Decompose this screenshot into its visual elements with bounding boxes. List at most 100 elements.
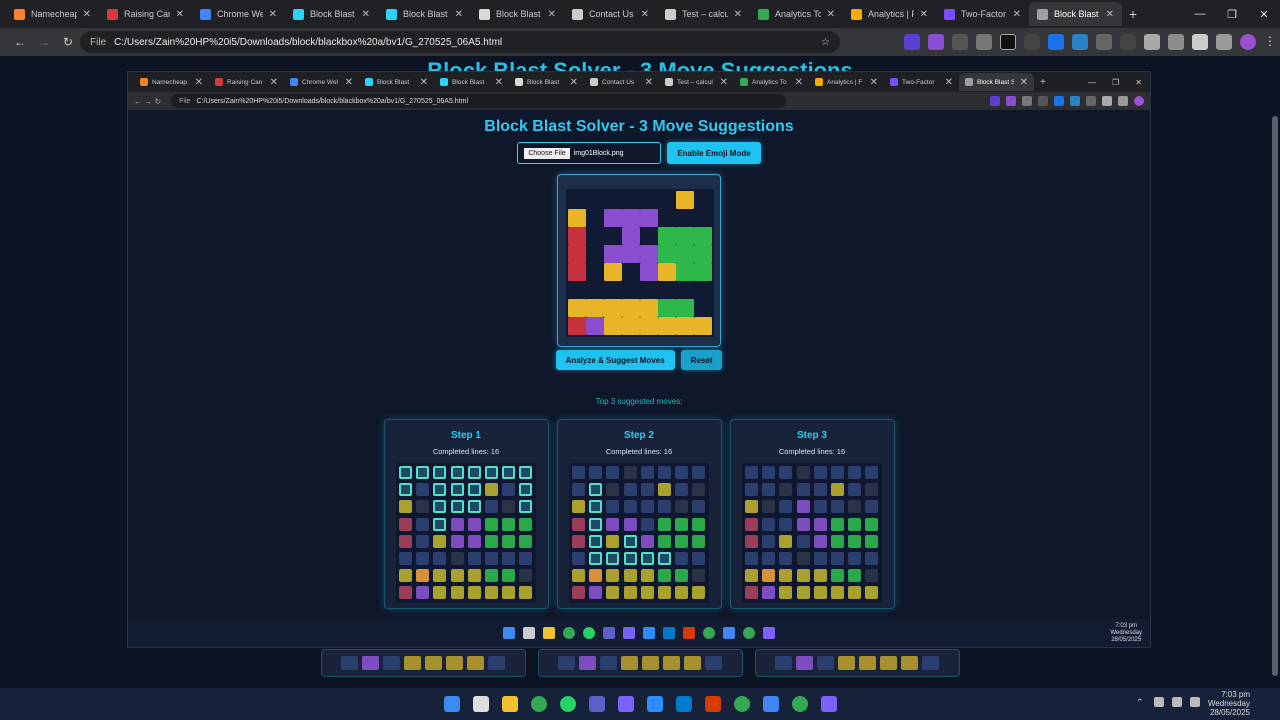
reload-icon[interactable]: ↻ [56, 35, 80, 49]
grid-cell [658, 534, 671, 548]
highlighted-cell [623, 534, 637, 548]
extension-icon[interactable] [976, 34, 992, 50]
inner-tab-title: Block Blast [377, 78, 410, 86]
volume-icon[interactable] [1172, 697, 1182, 707]
board-block [604, 263, 622, 281]
chrome-icon[interactable] [791, 696, 808, 712]
chrome-icon[interactable] [733, 696, 750, 712]
close-button[interactable]: ✕ [1248, 8, 1280, 21]
tab[interactable]: Raising Cane ✕ [99, 2, 192, 26]
tab[interactable]: Block Blast S ✕ [285, 2, 378, 26]
inner-url-text: C:/Users/Zain%20HP%20i5/Downloads/block/… [196, 97, 469, 105]
grid-cell [745, 586, 758, 600]
tab[interactable]: Analytics To ✕ [750, 2, 843, 26]
tab-close-icon[interactable]: ✕ [548, 9, 556, 20]
grid-cell [813, 586, 827, 600]
extension-icon[interactable] [904, 34, 920, 50]
vscode-icon[interactable] [675, 696, 692, 712]
inner-tab-close-icon: ✕ [794, 76, 803, 88]
tab-close-icon[interactable]: ✕ [269, 9, 277, 20]
extension-icon[interactable] [1096, 34, 1112, 50]
extension-icon[interactable] [1192, 34, 1208, 50]
windows-icon[interactable] [443, 696, 460, 712]
tab[interactable]: Block Blast S ✕ [1029, 2, 1122, 26]
url-text: C:/Users/Zain%20HP%20i5/Downloads/block/… [114, 36, 503, 48]
star-icon[interactable]: ☆ [821, 37, 830, 48]
extension-icon[interactable] [1048, 34, 1064, 50]
new-tab-button[interactable]: + [1122, 2, 1144, 26]
notes-icon[interactable] [762, 696, 779, 712]
tab-close-icon[interactable]: ✕ [83, 9, 91, 20]
choose-file-button[interactable]: Choose File [524, 147, 570, 159]
chevron-up-icon[interactable]: ⌃ [1136, 697, 1146, 707]
tab[interactable]: Block Blast S ✕ [378, 2, 471, 26]
zoom-icon[interactable] [646, 696, 663, 712]
tab[interactable]: Contact Us ✕ [564, 2, 657, 26]
puzzle-icon[interactable] [1216, 34, 1232, 50]
tab[interactable]: Analytics | F ✕ [843, 2, 936, 26]
tab[interactable]: Namecheap ✕ [6, 2, 99, 26]
tab-close-icon[interactable]: ✕ [1106, 9, 1114, 20]
tab[interactable]: Two-Factor ✕ [936, 2, 1029, 26]
grid-cell [675, 534, 689, 548]
board-block [586, 317, 604, 335]
tab-close-icon[interactable]: ✕ [734, 9, 742, 20]
tab-close-icon[interactable]: ✕ [641, 9, 649, 20]
extension-icon[interactable] [1024, 34, 1040, 50]
camera-icon[interactable] [820, 696, 837, 712]
forward-icon[interactable]: → [32, 35, 56, 49]
extension-icon[interactable] [1120, 34, 1136, 50]
grid-cell [433, 552, 447, 565]
avatar[interactable] [1240, 34, 1256, 50]
board-block [622, 209, 640, 227]
search-icon[interactable] [472, 696, 489, 712]
maximize-button[interactable]: ❐ [1216, 8, 1248, 21]
analyze-button[interactable]: Analyze & Suggest Moves [555, 350, 675, 370]
back-icon[interactable]: ← [8, 35, 32, 49]
highlighted-cell [589, 517, 603, 531]
grid-cell [485, 517, 498, 531]
scrollbar[interactable] [1272, 116, 1278, 676]
wifi-icon[interactable] [1154, 697, 1164, 707]
extension-icon[interactable] [1144, 34, 1160, 50]
tab-close-icon[interactable]: ✕ [176, 9, 184, 20]
tab[interactable]: Block Blast S ✕ [471, 2, 564, 26]
clock[interactable]: 7:03 pm Wednesday 28/05/2025 [1208, 690, 1250, 717]
extension-icon[interactable] [952, 34, 968, 50]
tab[interactable]: Chrome Wel ✕ [192, 2, 285, 26]
tab[interactable]: Test – calcul ✕ [657, 2, 750, 26]
menu-icon[interactable]: ⋮ [1264, 34, 1276, 50]
whatsapp-icon[interactable] [559, 696, 576, 712]
grid-cell [572, 569, 585, 583]
grid-cell [796, 483, 810, 497]
extension-icon[interactable] [1072, 34, 1088, 50]
url-field[interactable]: File C:/Users/Zain%20HP%20i5/Downloads/b… [80, 31, 840, 53]
controls-row: Choose File img01Block.png Enable Emoji … [128, 142, 1150, 164]
tab-close-icon[interactable]: ✕ [827, 9, 835, 20]
tab-close-icon[interactable]: ✕ [455, 9, 463, 20]
reset-button[interactable]: Reset [680, 350, 723, 370]
grid-cell [640, 586, 654, 600]
extension-icon[interactable] [1000, 34, 1016, 50]
app-icon[interactable] [617, 696, 634, 712]
tab-close-icon[interactable]: ✕ [362, 9, 370, 20]
highlighted-cell [640, 552, 654, 565]
battery-icon[interactable] [1190, 697, 1200, 707]
inner-tab-title: Block Blast [527, 78, 560, 86]
highlighted-cell [623, 552, 637, 565]
tab-close-icon[interactable]: ✕ [920, 9, 928, 20]
minimize-button[interactable]: — [1184, 8, 1216, 21]
folder-icon[interactable] [501, 696, 518, 712]
extension-icon[interactable] [1168, 34, 1184, 50]
teams-icon[interactable] [588, 696, 605, 712]
step-title: Step 3 [796, 430, 827, 441]
board-block [568, 299, 586, 317]
tool-icon[interactable] [704, 696, 721, 712]
board-block [568, 245, 586, 263]
extension-icon[interactable] [928, 34, 944, 50]
emoji-mode-button[interactable]: Enable Emoji Mode [667, 142, 761, 164]
chrome-icon[interactable] [530, 696, 547, 712]
file-input[interactable]: Choose File img01Block.png [517, 142, 662, 164]
tab-close-icon[interactable]: ✕ [1013, 9, 1021, 20]
inner-url-field: File C:/Users/Zain%20HP%20i5/Downloads/b… [171, 94, 787, 108]
